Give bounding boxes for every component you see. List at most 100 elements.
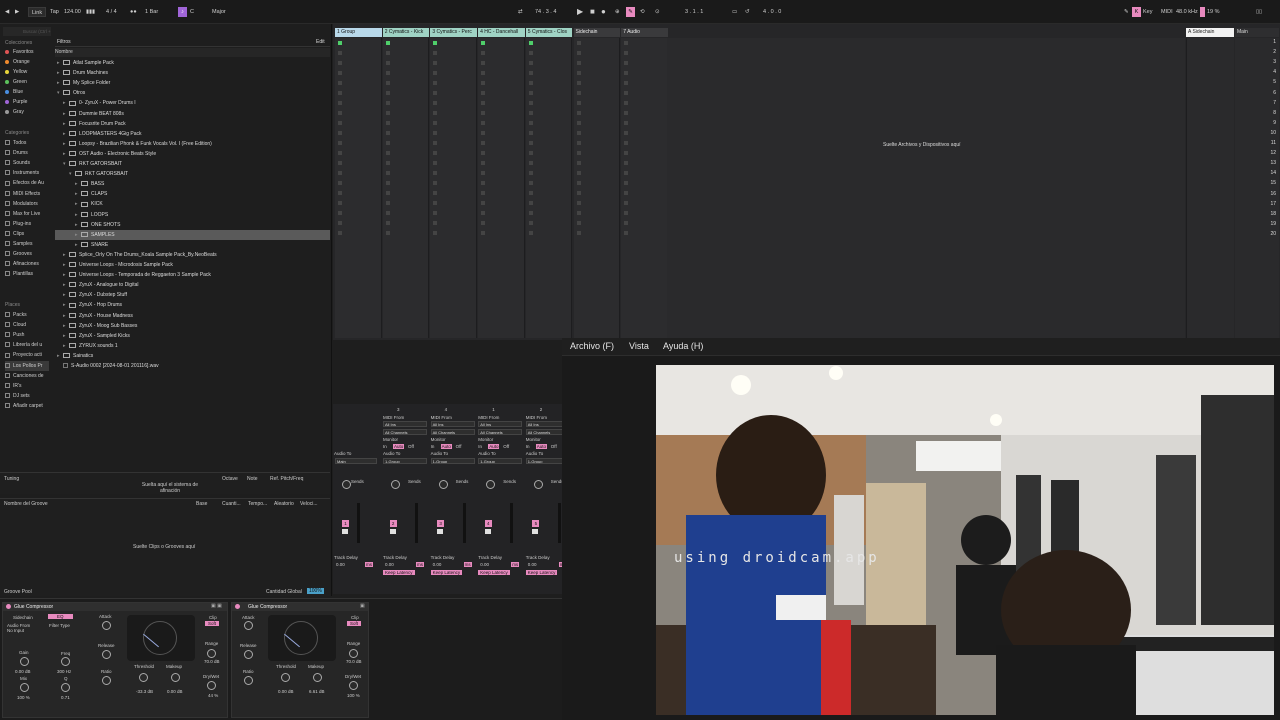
clip-slot-button[interactable] xyxy=(528,61,533,65)
clip-slot-button[interactable] xyxy=(385,141,390,145)
loop-start-field[interactable]: 3 . 1 . 1 xyxy=(685,7,703,17)
file-tree-item[interactable]: ▸ ZyruX - Sampled Kicks xyxy=(63,331,130,341)
solo-button[interactable] xyxy=(484,529,491,534)
send-a-knob[interactable] xyxy=(533,480,543,489)
collection-item[interactable]: Purple xyxy=(5,97,27,107)
audio-to-select[interactable]: 1-Group xyxy=(430,458,475,464)
clip-slot-button[interactable] xyxy=(528,81,533,85)
monitor-auto-button[interactable]: Auto xyxy=(488,444,500,449)
clip-slot-button[interactable] xyxy=(481,101,486,105)
gain-knob[interactable] xyxy=(20,657,29,666)
clip-slot-button[interactable] xyxy=(576,231,581,235)
clip-slot-button[interactable] xyxy=(576,141,581,145)
track-delay-value[interactable]: 0.00 xyxy=(433,562,442,567)
clip-slot-button[interactable] xyxy=(528,101,533,105)
file-tree-item[interactable]: ▸ ZyruX - Hop Drums xyxy=(63,300,122,310)
clip-slot-button[interactable] xyxy=(433,71,438,75)
clip-slot-button[interactable] xyxy=(385,131,390,135)
main-track-header[interactable]: Main xyxy=(1235,28,1279,37)
place-item[interactable]: Cloud xyxy=(5,320,49,330)
clip-slot-button[interactable] xyxy=(576,41,581,45)
menu-vista[interactable]: Vista xyxy=(629,341,649,351)
category-item[interactable]: Modulators xyxy=(5,199,38,209)
time-signature-field[interactable]: 4 / 4 xyxy=(106,7,117,17)
clip-slot-button[interactable] xyxy=(433,161,438,165)
clip-slot-button[interactable] xyxy=(481,191,486,195)
clip-slot-button[interactable] xyxy=(385,41,390,45)
clip-slot-button[interactable] xyxy=(338,201,342,205)
channel-select[interactable]: All Channels xyxy=(383,429,427,435)
scene-number[interactable]: 8 xyxy=(1273,110,1276,116)
monitor-auto-button[interactable]: Auto xyxy=(535,444,548,449)
collection-item[interactable]: Yellow xyxy=(5,67,27,77)
clip-slot-button[interactable] xyxy=(385,181,390,185)
category-item[interactable]: Drums xyxy=(5,148,28,158)
clip-slot-button[interactable] xyxy=(481,201,486,205)
file-tree-item[interactable]: ▾ Otros xyxy=(57,88,85,98)
scene-number[interactable]: 6 xyxy=(1273,90,1276,96)
monitor-in-button[interactable]: In xyxy=(383,444,387,449)
clip-slot-button[interactable] xyxy=(528,201,533,205)
scene-number[interactable]: 9 xyxy=(1273,120,1276,126)
loop-length-field[interactable]: 4 . 0 . 0 xyxy=(763,7,781,17)
file-tree-item[interactable]: ▸ LOOPS xyxy=(75,210,108,220)
scene-number[interactable]: 10 xyxy=(1270,130,1276,136)
category-item[interactable]: Clips xyxy=(5,229,24,239)
clip-slot-button[interactable] xyxy=(624,71,629,75)
clip-slot-button[interactable] xyxy=(481,231,486,235)
file-tree-item[interactable]: ▸ Universe Loops - Microdosis Sample Pack xyxy=(63,260,173,270)
position-field[interactable]: 74 . 3 . 4 xyxy=(535,7,556,17)
clip-slot-button[interactable] xyxy=(385,161,390,165)
volume-fader[interactable] xyxy=(557,503,561,543)
place-item[interactable]: Canciones de xyxy=(5,371,49,381)
scene-number[interactable]: 19 xyxy=(1270,221,1276,227)
channel-select[interactable]: All Channels xyxy=(478,429,523,435)
place-item[interactable]: Proyecto acti xyxy=(5,350,49,360)
clip-slot-button[interactable] xyxy=(481,141,486,145)
monitor-in-button[interactable]: In xyxy=(478,444,482,449)
tempo-field[interactable]: 124.00 xyxy=(64,7,81,17)
clip-slot-button[interactable] xyxy=(481,51,486,55)
category-item[interactable]: Plug-ins xyxy=(5,219,31,229)
clip-slot-button[interactable] xyxy=(576,181,581,185)
clip-slot-button[interactable] xyxy=(528,151,533,155)
release-knob[interactable] xyxy=(244,650,253,659)
clip-slot-button[interactable] xyxy=(385,61,390,65)
monitor-off-button[interactable]: Off xyxy=(551,444,557,449)
clip-slot-button[interactable] xyxy=(624,211,629,215)
collection-item[interactable]: Favoritos xyxy=(5,47,34,57)
scene-number[interactable]: 17 xyxy=(1270,201,1276,207)
volume-fader[interactable] xyxy=(357,503,360,543)
clip-slot-button[interactable] xyxy=(338,131,342,135)
keep-latency-button[interactable]: Keep Latency xyxy=(478,570,510,575)
track-header[interactable]: 1 Group xyxy=(335,28,382,37)
threshold-meter[interactable] xyxy=(127,615,195,661)
track-delay-value[interactable]: 0.00 xyxy=(528,562,537,567)
solo-button[interactable] xyxy=(437,529,444,534)
monitor-off-button[interactable]: Off xyxy=(456,444,462,449)
track-delay-value[interactable]: 0.00 xyxy=(385,562,394,567)
clip-slot-button[interactable] xyxy=(528,161,533,165)
clip-slot-button[interactable] xyxy=(624,191,629,195)
volume-fader[interactable] xyxy=(462,503,466,543)
clip-slot-button[interactable] xyxy=(528,41,533,45)
automation-arm-icon[interactable]: ✎ xyxy=(626,7,635,17)
key-map-icon[interactable]: K xyxy=(1132,7,1141,17)
collection-item[interactable]: Green xyxy=(5,77,27,87)
clip-slot-button[interactable] xyxy=(338,161,342,165)
track-activator-button[interactable]: 4 xyxy=(484,520,492,527)
clip-slot-button[interactable] xyxy=(481,81,486,85)
edit-button[interactable]: Edit xyxy=(316,39,325,45)
file-tree-item[interactable]: ▸ CLAPS xyxy=(75,189,107,199)
solo-button[interactable] xyxy=(532,529,539,534)
send-a-knob[interactable] xyxy=(391,480,400,489)
place-item[interactable]: IR's xyxy=(5,381,49,391)
file-tree-item[interactable]: ▸ LOOPMASTERS 4Gig Pack xyxy=(63,129,142,139)
file-tree-item[interactable]: ▸ My Splice Folder xyxy=(57,78,110,88)
clip-slot-button[interactable] xyxy=(433,51,438,55)
file-tree-item[interactable]: ▸ 0- ZyruX - Power Drums I xyxy=(63,98,136,108)
clip-slot-button[interactable] xyxy=(481,91,486,95)
track-delay-value[interactable]: 0.00 xyxy=(480,562,489,567)
clip-slot-button[interactable] xyxy=(338,51,342,55)
keep-latency-button[interactable]: Keep Latency xyxy=(430,570,463,575)
